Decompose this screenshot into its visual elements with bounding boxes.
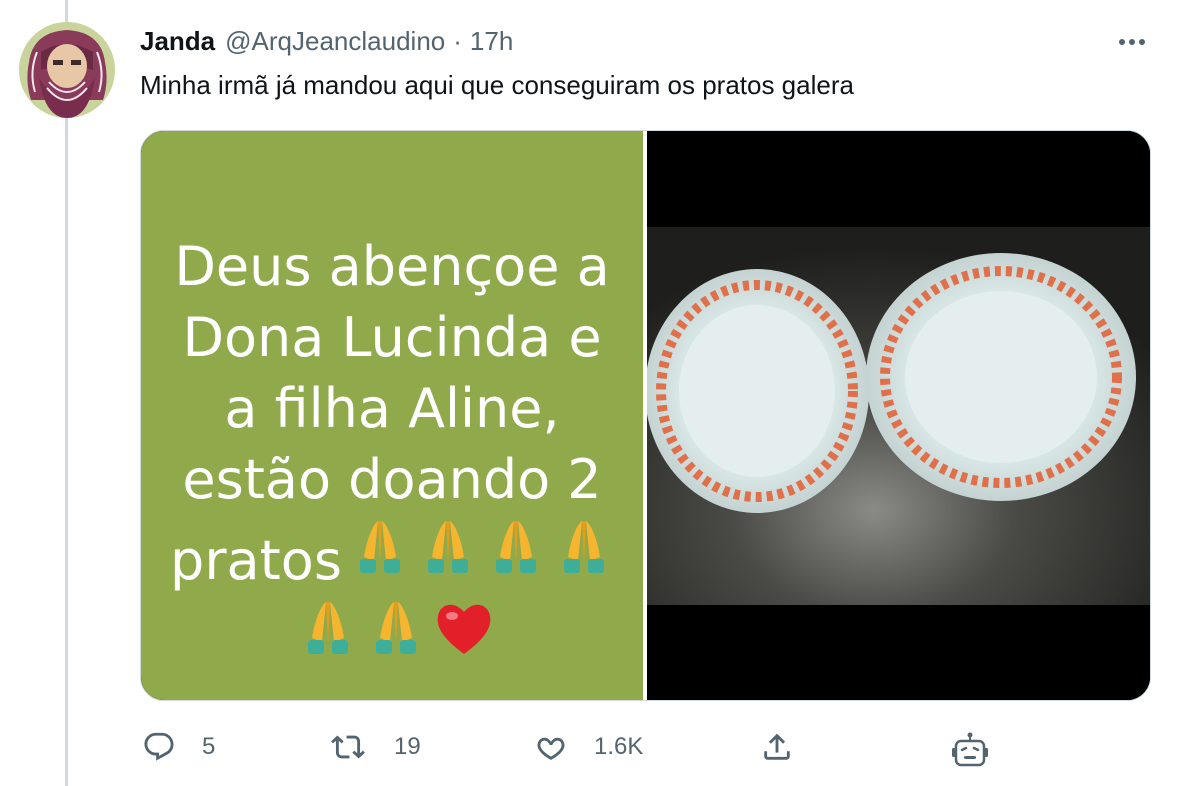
emoji-row xyxy=(342,515,614,579)
like-button[interactable]: 1.6K xyxy=(534,730,643,764)
folded-hands-emoji-icon xyxy=(376,602,416,654)
card-text: Deus abençoe a Dona Lucinda e a filha Al… xyxy=(141,231,643,677)
card-line: a filha Aline, xyxy=(224,377,560,440)
action-bar: 5 19 1.6K xyxy=(140,730,1151,770)
tweet-text: Minha irmã já mandou aqui que conseguira… xyxy=(140,70,854,100)
analytics-bot-button[interactable] xyxy=(950,730,990,770)
separator-dot: · xyxy=(453,26,462,56)
retweet-count: 19 xyxy=(394,733,421,760)
emoji-row xyxy=(290,596,494,660)
two-plates-photo-icon xyxy=(645,131,1150,700)
card-line: estão doando 2 xyxy=(182,448,602,511)
retweet-icon xyxy=(331,735,365,759)
like-count: 1.6K xyxy=(594,733,644,760)
reply-count: 5 xyxy=(202,733,216,760)
folded-hands-emoji-icon xyxy=(308,602,348,654)
avatar[interactable] xyxy=(19,22,115,118)
tweet-header: Janda @ArqJeanclaudino · 17h xyxy=(140,26,513,60)
heart-icon xyxy=(537,737,565,760)
robot-icon xyxy=(952,732,988,767)
author-name[interactable]: Janda xyxy=(140,26,215,57)
folded-hands-emoji-icon xyxy=(427,521,468,573)
folded-hands-emoji-icon xyxy=(495,521,536,573)
red-heart-emoji-icon xyxy=(437,604,491,654)
media-image-right[interactable] xyxy=(645,131,1150,700)
portrait-avatar-icon xyxy=(19,22,115,118)
tweet-media: Deus abençoe a Dona Lucinda e a filha Al… xyxy=(140,130,1151,701)
card-line: pratos xyxy=(170,529,342,592)
reply-button[interactable]: 5 xyxy=(142,730,215,764)
card-line: Deus abençoe a xyxy=(174,235,610,298)
folded-hands-emoji-icon xyxy=(563,521,604,573)
folded-hands-emoji-icon xyxy=(359,521,400,573)
author-handle[interactable]: @ArqJeanclaudino xyxy=(225,26,445,57)
tweet-time[interactable]: 17h xyxy=(470,26,513,57)
card-line: Dona Lucinda e xyxy=(182,306,602,369)
share-button[interactable] xyxy=(760,730,794,764)
share-icon xyxy=(764,733,790,760)
media-image-left[interactable]: Deus abençoe a Dona Lucinda e a filha Al… xyxy=(141,131,644,700)
reply-icon xyxy=(144,732,174,761)
more-horizontal-icon[interactable] xyxy=(1114,30,1150,54)
retweet-button[interactable]: 19 xyxy=(330,730,421,764)
